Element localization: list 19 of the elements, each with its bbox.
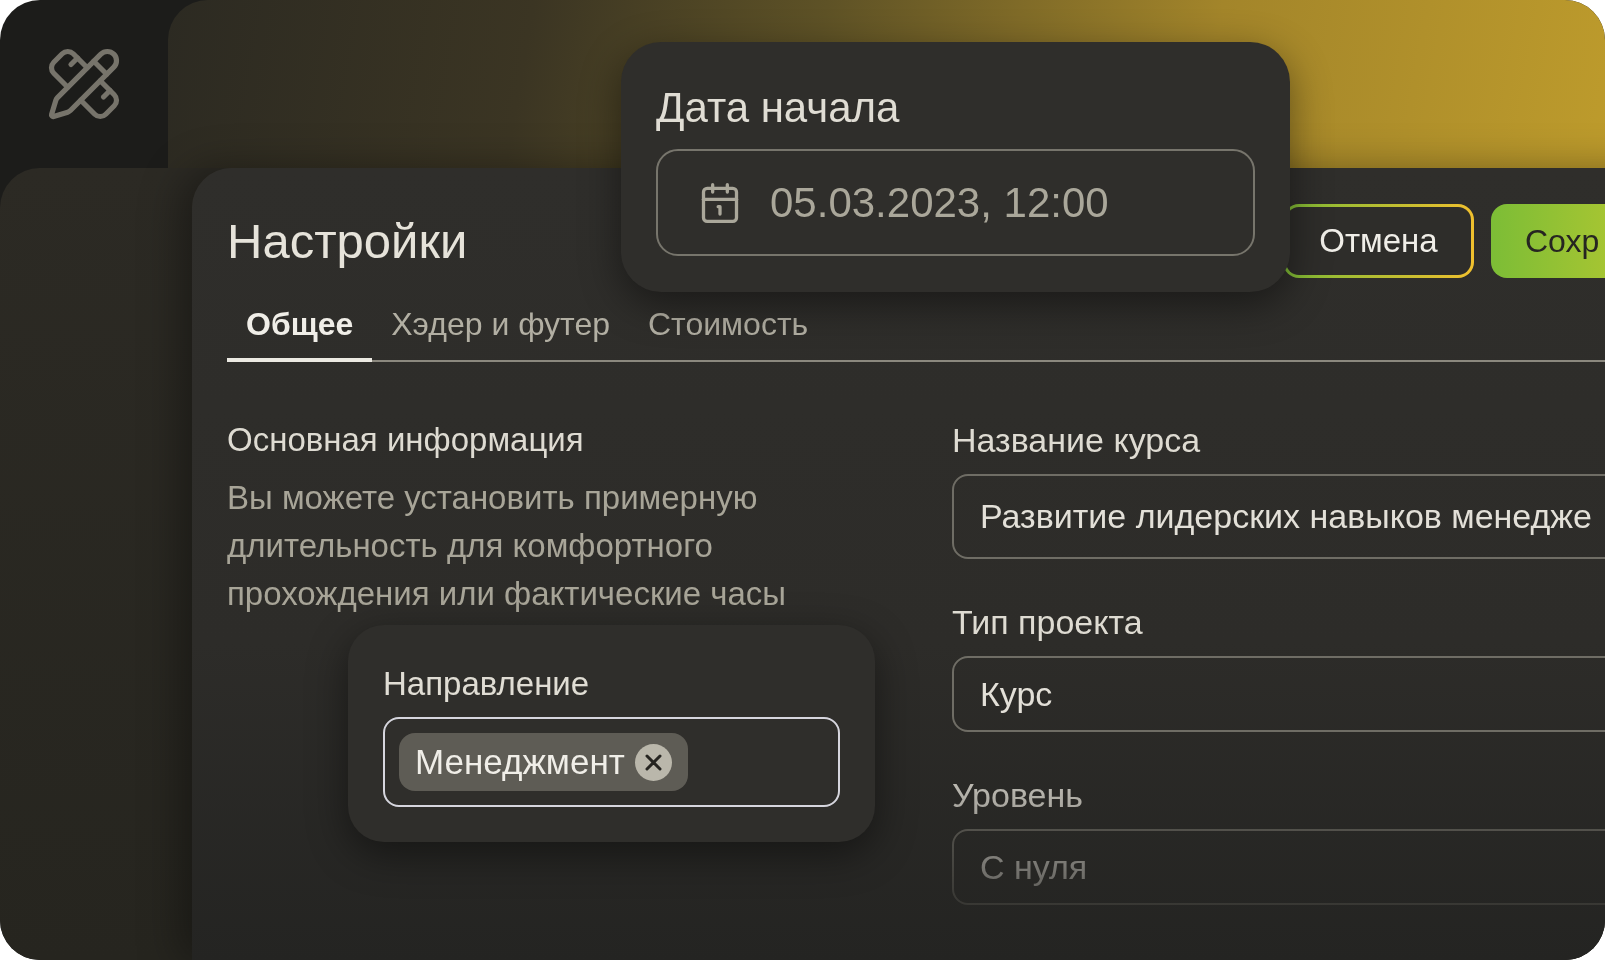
tab[interactable]: Общее — [227, 290, 373, 362]
tag-input[interactable]: Менеджмент — [383, 717, 840, 807]
tab[interactable]: Стоимость — [629, 290, 828, 362]
date-input[interactable]: 05.03.2023, 12:00 — [656, 149, 1255, 256]
section-title: Основная информация — [227, 420, 585, 460]
direction-label: Направление — [383, 665, 591, 703]
cancel-button[interactable]: Отмена — [1283, 204, 1474, 278]
save-button[interactable]: Сохр — [1491, 204, 1605, 278]
text-input[interactable]: Развитие лидерских навыков менедже — [952, 474, 1605, 559]
page-title: Настройки — [227, 213, 468, 269]
field-label: Уровень — [952, 775, 1084, 815]
section-description: Вы можете установить примерную длительность для комфортного прохождения или фактические часы — [227, 478, 788, 614]
text-input[interactable]: Курс — [952, 656, 1605, 732]
tab[interactable]: Хэдер и футер — [372, 290, 629, 362]
remove-icon[interactable] — [634, 743, 672, 781]
field-label: Тип проекта — [952, 602, 1144, 642]
date-label: Дата начала — [656, 84, 901, 132]
field-label: Название курса — [952, 420, 1202, 460]
tag-label: Менеджмент — [415, 740, 625, 783]
